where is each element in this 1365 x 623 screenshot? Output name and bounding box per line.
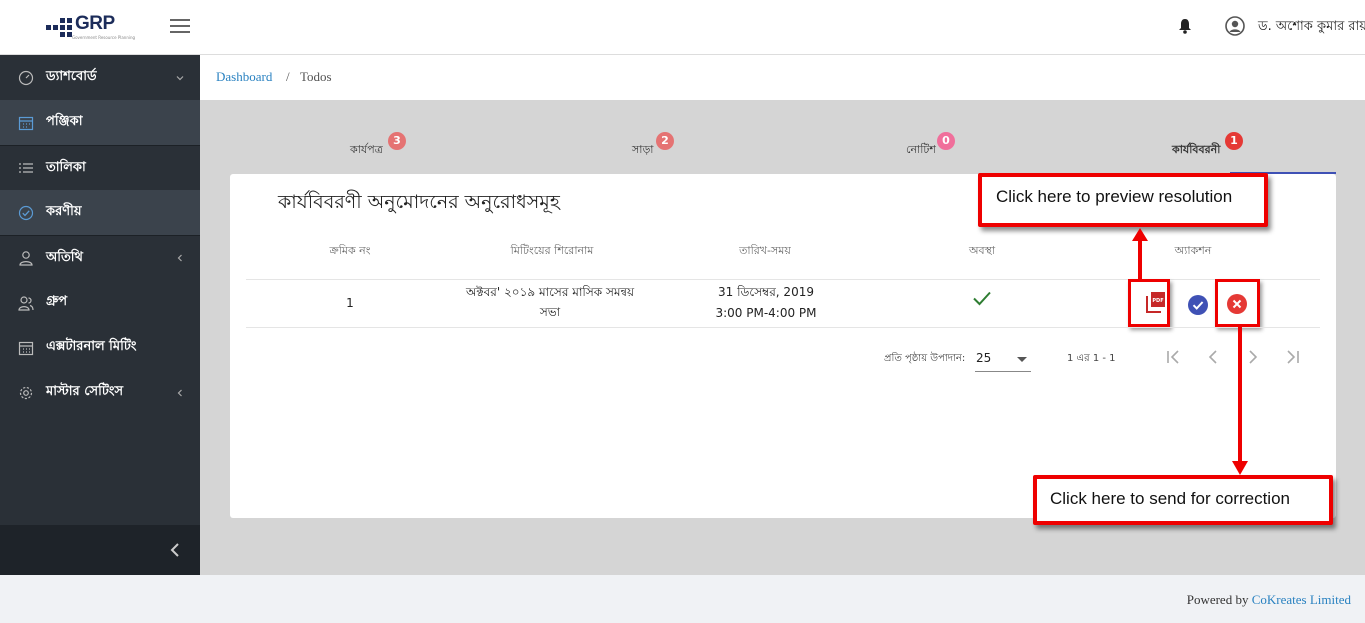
approve-check-icon[interactable] [1188, 295, 1208, 315]
breadcrumb-dashboard-link[interactable]: Dashboard [216, 69, 272, 85]
tab-notice[interactable]: নোটিশ 0 [906, 130, 976, 174]
send-for-correction-icon[interactable] [1227, 294, 1247, 314]
sidebar-item-todos[interactable]: করণীয় [0, 190, 200, 235]
breadcrumb-current: Todos [300, 69, 332, 84]
footer-company-link[interactable]: CoKreates Limited [1252, 592, 1351, 607]
logo-mark [46, 18, 72, 37]
column-header-action: অ্যাকশন [1174, 244, 1212, 257]
sidebar-item-calendar[interactable]: পঞ্জিকা [0, 100, 200, 145]
tab-label: কার্যপত্র [350, 143, 383, 156]
tab-badge: 0 [937, 132, 955, 150]
sidebar-item-label: করণীয় [46, 204, 82, 219]
sidebar-item-label: অতিথি [46, 249, 83, 265]
tab-badge: 3 [388, 132, 406, 150]
tab-working-paper[interactable]: কার্যপত্র 3 [350, 130, 420, 174]
logo-text: GRP [75, 13, 115, 34]
sidebar-item-external-meeting[interactable]: এক্সটারনাল মিটিং [0, 325, 200, 370]
group-icon [18, 295, 34, 311]
list-icon [19, 163, 33, 173]
sidebar-footer [0, 525, 200, 575]
column-header-title: মিটিংয়ের শিরোনাম [510, 244, 594, 257]
cell-date: 31 ডিসেম্বর, 2019 [718, 285, 814, 299]
breadcrumb-separator: / [286, 69, 290, 84]
column-header-serial: ক্রমিক নং [329, 244, 371, 257]
sidebar-item-guest[interactable]: অতিথি [0, 235, 200, 280]
chevron-left-icon[interactable] [168, 541, 182, 559]
card-title: কার্যবিবরণী অনুমোদনের অনুরোধসমূহ [278, 191, 560, 213]
tab-resolution[interactable]: কার্যবিবরনী 1 [1172, 130, 1252, 174]
sidebar-item-label: মাস্টার সেটিংস [46, 384, 124, 399]
bell-icon[interactable] [1178, 18, 1192, 34]
page-size-value: 25 [976, 351, 992, 365]
check-circle-icon [18, 205, 34, 220]
tab-label: কার্যবিবরনী [1172, 143, 1221, 156]
grp-logo[interactable]: GRP Government Resource Planning [46, 13, 135, 40]
pdf-icon[interactable]: PDF [1146, 291, 1166, 313]
page-size-select[interactable]: 25 [975, 346, 1031, 372]
calendar-icon [18, 116, 34, 130]
dashboard-icon [18, 70, 34, 85]
grid-calendar-icon [18, 341, 34, 355]
sidebar-item-label: এক্সটারনাল মিটিং [46, 339, 137, 354]
sidebar: ড্যাশবোর্ড পঞ্জিকা তালিকা করণীয় অতিথি গ… [0, 55, 200, 575]
top-header: GRP Government Resource Planning ড. অশোক… [0, 0, 1365, 55]
caret-down-icon [1017, 357, 1027, 362]
cell-serial: 1 [346, 296, 354, 310]
paginator-label: প্রতি পৃষ্ঠায় উপাদান: [884, 353, 966, 364]
preview-callout: Click here to preview resolution [978, 173, 1268, 227]
status-check-icon [973, 291, 991, 306]
menu-toggle-icon[interactable] [170, 18, 190, 34]
sidebar-item-label: গ্রুপ [46, 294, 68, 309]
sidebar-item-group[interactable]: গ্রুপ [0, 280, 200, 325]
chevron-left-icon [177, 389, 182, 396]
down-arrow-icon [1232, 325, 1248, 475]
sidebar-item-label: ড্যাশবোর্ড [46, 69, 97, 84]
up-arrow-icon [1132, 228, 1148, 279]
chevron-left-icon [177, 254, 182, 262]
column-header-datetime: তারিখ-সময় [739, 244, 791, 257]
column-header-status: অবস্থা [968, 244, 996, 257]
cell-title-line1: অক্টবর' ২০১৯ মাসের মাসিক সমন্বয় [465, 285, 635, 299]
breadcrumb: Dashboard / Todos [200, 55, 1365, 100]
tab-label: নোটিশ [906, 143, 936, 156]
sidebar-item-label: পঞ্জিকা [46, 114, 83, 129]
last-page-icon[interactable] [1284, 348, 1302, 366]
sidebar-item-label: তালিকা [46, 159, 86, 175]
user-name[interactable]: ড. অশোক কুমার রায় [1258, 17, 1365, 38]
user-icon [19, 251, 33, 266]
sidebar-item-dashboard[interactable]: ড্যাশবোর্ড [0, 55, 200, 100]
paginator-range: 1 এর 1 - 1 [1067, 353, 1116, 364]
first-page-icon[interactable] [1164, 348, 1182, 366]
logo-subtitle: Government Resource Planning [72, 35, 136, 40]
gear-icon [19, 386, 33, 399]
tab-badge: 1 [1225, 132, 1243, 150]
table-divider [246, 327, 1320, 328]
tab-badge: 2 [656, 132, 674, 150]
sidebar-item-list[interactable]: তালিকা [0, 145, 200, 190]
tab-response[interactable]: সাড়া 2 [632, 130, 692, 174]
footer-prefix: Powered by [1186, 592, 1249, 607]
chevron-down-icon [176, 75, 184, 80]
cell-time: 3:00 PM-4:00 PM [715, 306, 817, 320]
page-footer: Powered by CoKreates Limited [0, 575, 1365, 623]
svg-text:PDF: PDF [1152, 298, 1163, 304]
cell-title-line2: সভা [539, 305, 561, 319]
user-avatar-icon[interactable] [1225, 16, 1245, 36]
correction-callout: Click here to send for correction [1033, 475, 1333, 525]
footer-text: Powered by CoKreates Limited [1187, 592, 1351, 608]
tab-label: সাড়া [632, 143, 654, 156]
sidebar-item-master-settings[interactable]: মাস্টার সেটিংস [0, 370, 200, 415]
previous-page-icon[interactable] [1204, 348, 1222, 366]
